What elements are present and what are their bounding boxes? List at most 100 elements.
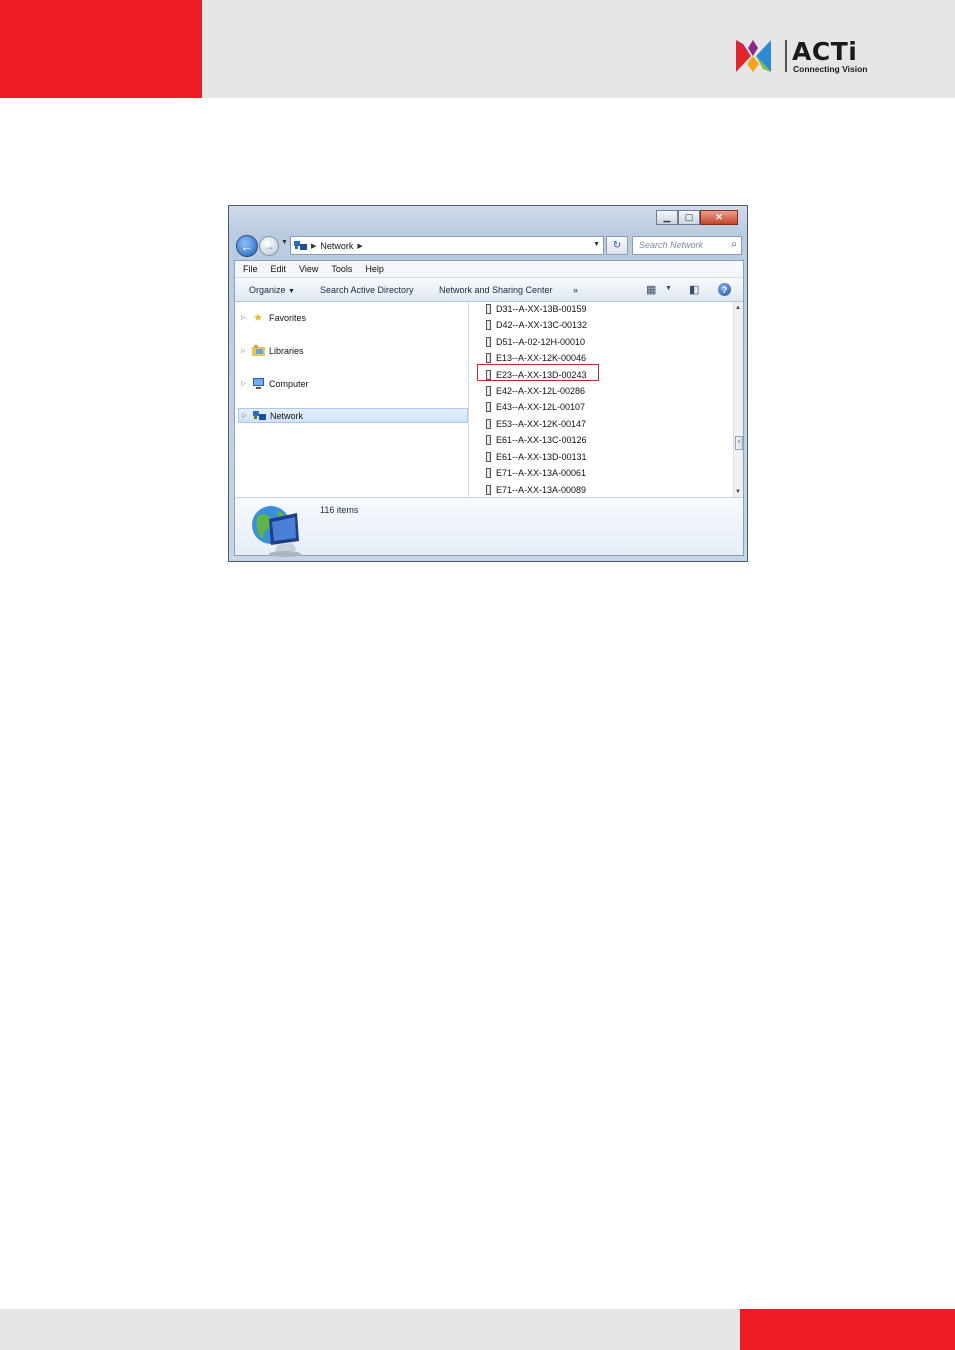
expand-arrow-icon[interactable]: ▷ xyxy=(242,412,252,419)
logo-tagline: Connecting Vision xyxy=(793,64,868,74)
minimize-button[interactable]: ▁ xyxy=(656,210,678,225)
search-active-directory-button[interactable]: Search Active Directory xyxy=(320,285,414,295)
menu-tools[interactable]: Tools xyxy=(331,264,352,274)
device-icon xyxy=(486,337,491,347)
menu-bar: File Edit View Tools Help xyxy=(235,261,743,278)
forward-button[interactable]: → xyxy=(259,236,279,256)
computer-icon xyxy=(251,378,265,390)
preview-pane-icon[interactable]: ◧ xyxy=(689,283,699,296)
chevron-right-icon[interactable]: ▶ xyxy=(357,242,362,250)
search-placeholder: Search Network xyxy=(639,240,704,250)
caption-buttons: ▁ ▢ ✕ xyxy=(656,210,738,227)
device-icon xyxy=(486,402,491,412)
navigation-pane: ▷ ★ Favorites ▷ Libraries ▷ Computer ▷ N… xyxy=(235,302,469,497)
device-list: D31--A-XX-13B-00159 D42--A-XX-13C-00132 … xyxy=(470,302,733,497)
menu-file[interactable]: File xyxy=(243,264,258,274)
expand-arrow-icon[interactable]: ▷ xyxy=(241,380,251,387)
star-icon: ★ xyxy=(253,312,263,324)
recent-pages-dropdown[interactable]: ▼ xyxy=(281,239,288,246)
footer-red-block xyxy=(740,1309,955,1350)
device-label: E42--A-XX-12L-00286 xyxy=(496,386,586,396)
organize-label: Organize xyxy=(249,285,286,295)
device-icon xyxy=(486,435,491,445)
nav-item-label: Computer xyxy=(269,378,309,389)
device-label: D31--A-XX-13B-00159 xyxy=(496,304,587,314)
nav-item-label: Favorites xyxy=(269,312,307,323)
library-icon xyxy=(251,345,265,357)
scroll-down-icon[interactable]: ▼ xyxy=(735,489,741,495)
device-icon xyxy=(486,386,491,396)
breadcrumb-network[interactable]: Network xyxy=(320,241,353,251)
chevron-down-icon: ▼ xyxy=(288,288,295,295)
device-label: E53--A-XX-12K-00147 xyxy=(496,419,587,429)
list-item[interactable]: E61--A-XX-13C-00126 xyxy=(486,433,587,447)
address-row: ← → ▼ ▶ Network ▶ ▼ ↻ Search Network ⌕ xyxy=(234,233,744,257)
device-label: D51--A-02-12H-00010 xyxy=(496,337,586,347)
list-item[interactable]: E53--A-XX-12K-00147 xyxy=(486,417,586,431)
header-red-block xyxy=(0,0,202,98)
device-label: E61--A-XX-13D-00131 xyxy=(496,452,587,462)
scroll-up-icon[interactable]: ▲ xyxy=(735,305,741,311)
device-icon xyxy=(486,304,491,314)
chevron-down-icon[interactable]: ▼ xyxy=(593,241,600,248)
content-area: File Edit View Tools Help Organize ▼ Sea… xyxy=(234,260,744,557)
device-icon xyxy=(486,320,491,330)
list-item[interactable]: E42--A-XX-12L-00286 xyxy=(486,384,585,398)
device-icon xyxy=(486,419,491,429)
expand-arrow-icon[interactable]: ▷ xyxy=(241,314,251,321)
address-bar[interactable]: ▶ Network ▶ ▼ xyxy=(290,236,604,255)
list-item[interactable]: E71--A-XX-13A-00061 xyxy=(486,466,586,480)
device-icon xyxy=(486,452,491,462)
network-globe-icon xyxy=(252,506,301,557)
view-options-icon[interactable]: ▦ xyxy=(646,283,656,296)
refresh-button[interactable]: ↻ xyxy=(606,236,628,255)
list-item[interactable]: D42--A-XX-13C-00132 xyxy=(486,318,587,332)
device-label: E13--A-XX-12K-00046 xyxy=(496,353,587,363)
help-icon[interactable]: ? xyxy=(718,283,731,296)
search-input[interactable]: Search Network ⌕ xyxy=(632,236,742,255)
nav-item-computer[interactable]: ▷ Computer xyxy=(241,376,467,391)
explorer-window: ▁ ▢ ✕ ← → ▼ ▶ Network ▶ ▼ ↻ Search Netwo… xyxy=(228,205,748,562)
item-count: 116 items xyxy=(320,505,359,515)
expand-arrow-icon[interactable]: ▷ xyxy=(241,347,251,354)
device-label: E61--A-XX-13C-00126 xyxy=(496,435,587,445)
menu-view[interactable]: View xyxy=(299,264,318,274)
highlight-box xyxy=(477,364,599,381)
scrollbar-thumb[interactable]: ≡ xyxy=(735,436,743,450)
more-commands-button[interactable]: » xyxy=(573,285,578,295)
network-icon xyxy=(252,410,266,422)
logo-wordmark: ACTi xyxy=(792,37,858,66)
menu-help[interactable]: Help xyxy=(365,264,384,274)
device-label: D42--A-XX-13C-00132 xyxy=(496,320,588,330)
vertical-scrollbar[interactable]: ▲ ≡ ▼ xyxy=(733,302,743,497)
close-button[interactable]: ✕ xyxy=(700,210,738,225)
list-item[interactable]: E43--A-XX-12L-00107 xyxy=(486,400,585,414)
back-button[interactable]: ← xyxy=(236,235,258,257)
network-sharing-center-button[interactable]: Network and Sharing Center xyxy=(439,285,553,295)
nav-item-favorites[interactable]: ▷ ★ Favorites xyxy=(241,310,467,325)
window-frame: ▁ ▢ ✕ ← → ▼ ▶ Network ▶ ▼ ↻ Search Netwo… xyxy=(234,210,744,557)
network-icon xyxy=(294,241,307,250)
device-icon xyxy=(486,468,491,478)
nav-item-libraries[interactable]: ▷ Libraries xyxy=(241,343,467,358)
list-item[interactable]: E71--A-XX-13A-00089 xyxy=(486,483,586,497)
search-icon[interactable]: ⌕ xyxy=(731,239,737,250)
device-label: E43--A-XX-12L-00107 xyxy=(496,402,586,412)
list-item[interactable]: E61--A-XX-13D-00131 xyxy=(486,450,587,464)
device-icon xyxy=(486,485,491,495)
chevron-down-icon[interactable]: ▼ xyxy=(665,285,672,292)
nav-item-network[interactable]: ▷ Network xyxy=(238,408,468,423)
device-icon xyxy=(486,353,491,363)
list-item[interactable]: E13--A-XX-12K-00046 xyxy=(486,351,586,365)
nav-item-label: Libraries xyxy=(269,345,304,356)
menu-edit[interactable]: Edit xyxy=(271,264,287,274)
device-label: E71--A-XX-13A-00089 xyxy=(496,485,587,495)
list-item[interactable]: D51--A-02-12H-00010 xyxy=(486,335,585,349)
maximize-button[interactable]: ▢ xyxy=(678,210,700,225)
nav-item-label: Network xyxy=(270,410,304,421)
organize-button[interactable]: Organize ▼ xyxy=(249,285,295,295)
command-bar: Organize ▼ Search Active Directory Netwo… xyxy=(235,278,743,302)
device-label: E71--A-XX-13A-00061 xyxy=(496,468,587,478)
list-item[interactable]: D31--A-XX-13B-00159 xyxy=(486,302,587,316)
chevron-right-icon[interactable]: ▶ xyxy=(311,242,316,250)
